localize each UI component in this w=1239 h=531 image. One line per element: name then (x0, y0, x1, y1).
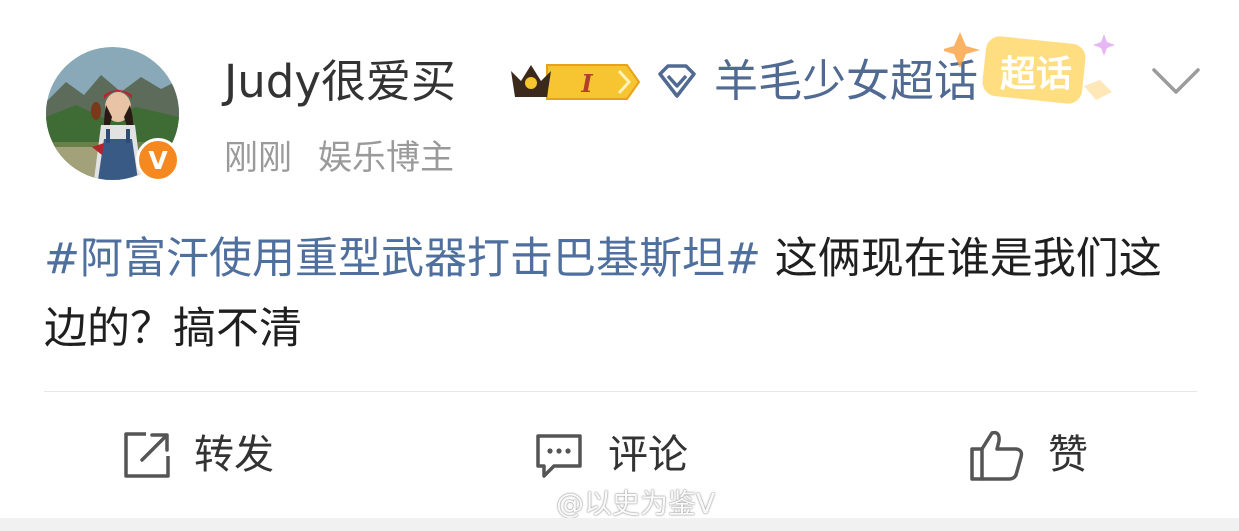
orange-v-verified-icon: V (136, 138, 180, 182)
like-label: 赞 (1048, 432, 1088, 478)
diamond-supertopic-icon (658, 64, 696, 98)
watermark: @以史为鉴V (500, 482, 715, 522)
post-meta: 刚刚 娱乐博主 (224, 136, 454, 180)
level-badge: I (580, 69, 593, 98)
bottom-bar (0, 518, 1239, 531)
watermark-text: @以史为鉴V (556, 487, 716, 520)
chaohua-label: 超话 (1000, 54, 1072, 95)
chaohua-tag-icon: 超话 (944, 32, 1115, 104)
supertopic-link[interactable]: 羊毛少女超话 (714, 52, 978, 112)
author-name[interactable]: Judy很爱买 (224, 52, 456, 112)
post-source: 娱乐博主 (318, 138, 454, 178)
verified-mark: V (148, 145, 168, 175)
weibo-logo-icon (501, 489, 548, 519)
comment-bubble-icon (536, 434, 582, 478)
divider (44, 391, 1197, 392)
repost-button[interactable]: 转发 (120, 425, 274, 485)
hashtag-link[interactable]: #阿富汗使用重型武器打击巴基斯坦# (44, 234, 761, 284)
comment-button[interactable]: 评论 (532, 425, 688, 485)
share-arrow-icon (124, 432, 170, 478)
chevron-down-icon[interactable] (1150, 64, 1202, 98)
crown-member-icon[interactable]: I (507, 57, 641, 107)
post-content: #阿富汗使用重型武器打击巴基斯坦# 这俩现在谁是我们这边的？搞不清 (44, 224, 1204, 364)
post-time: 刚刚 (224, 138, 292, 178)
thumbs-up-icon (970, 430, 1024, 481)
repost-label: 转发 (194, 432, 274, 478)
like-button[interactable]: 赞 (968, 425, 1088, 485)
comment-label: 评论 (608, 432, 688, 478)
